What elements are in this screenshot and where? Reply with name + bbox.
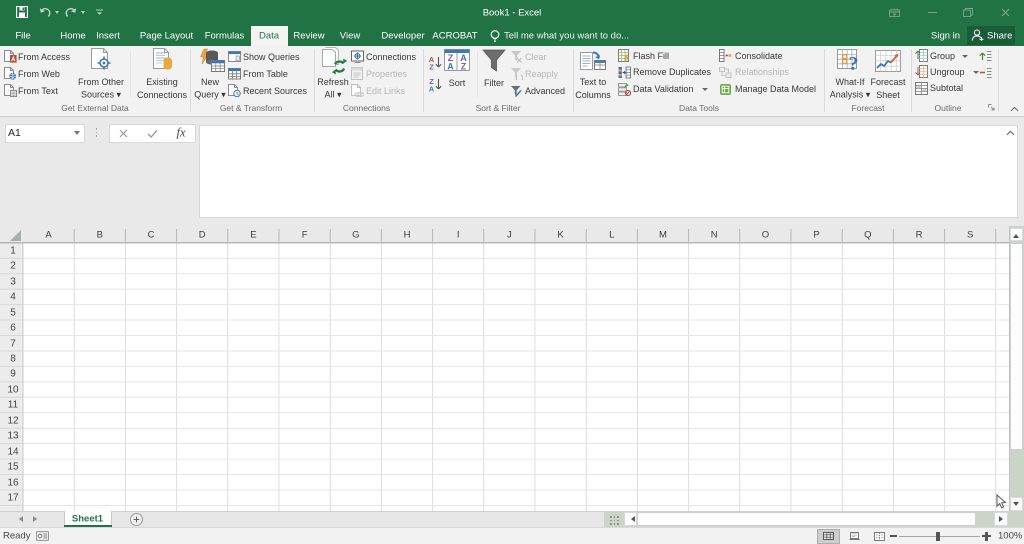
svg-text:A: A (429, 84, 435, 92)
svg-text:A: A (447, 62, 454, 72)
svg-text:Z: Z (461, 62, 467, 72)
svg-text:?: ? (849, 53, 859, 75)
svg-text:Z: Z (429, 62, 434, 70)
